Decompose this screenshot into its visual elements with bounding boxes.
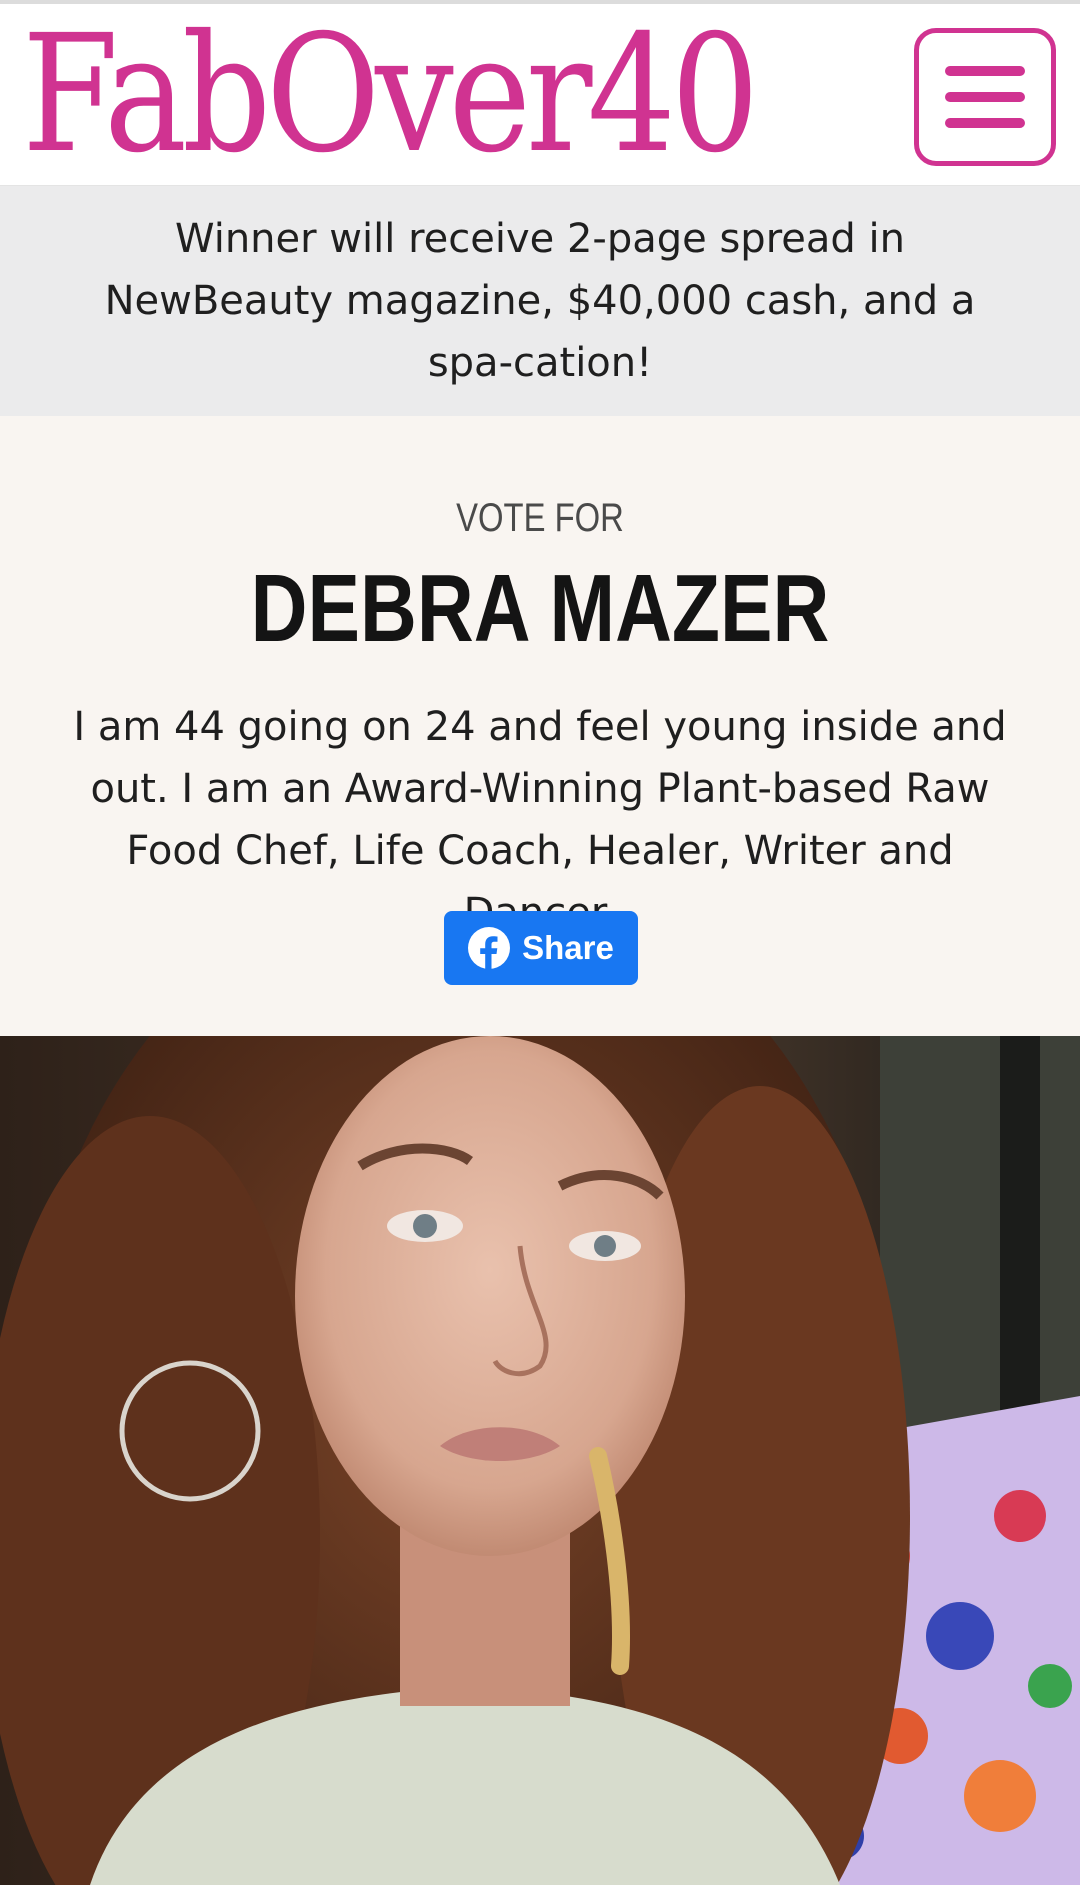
hamburger-menu-icon-bar	[945, 118, 1025, 128]
prize-banner-text: Winner will receive 2-page spread in New…	[104, 216, 976, 386]
contestant-photo	[0, 1036, 1080, 1885]
contestant-bio: I am 44 going on 24 and feel young insid…	[73, 704, 1007, 936]
facebook-icon	[468, 927, 511, 969]
facebook-share-button[interactable]: Share	[444, 911, 638, 985]
hamburger-menu-icon-bar	[945, 92, 1025, 102]
share-button-label: Share	[522, 929, 614, 966]
site-logo[interactable]: FabOver40	[22, 4, 759, 186]
vote-section: VOTE FOR DEBRA MAZER I am 44 going on 24…	[0, 416, 1080, 1036]
hamburger-menu-button[interactable]	[914, 28, 1056, 166]
prize-banner: Winner will receive 2-page spread in New…	[0, 186, 1080, 416]
contestant-photo-illustration	[0, 1036, 1080, 1885]
site-header: FabOver40	[0, 4, 1080, 186]
vote-for-label: VOTE FOR	[456, 496, 624, 540]
hamburger-menu-icon-bar	[945, 66, 1025, 76]
contestant-name: DEBRA MAZER	[250, 555, 830, 662]
